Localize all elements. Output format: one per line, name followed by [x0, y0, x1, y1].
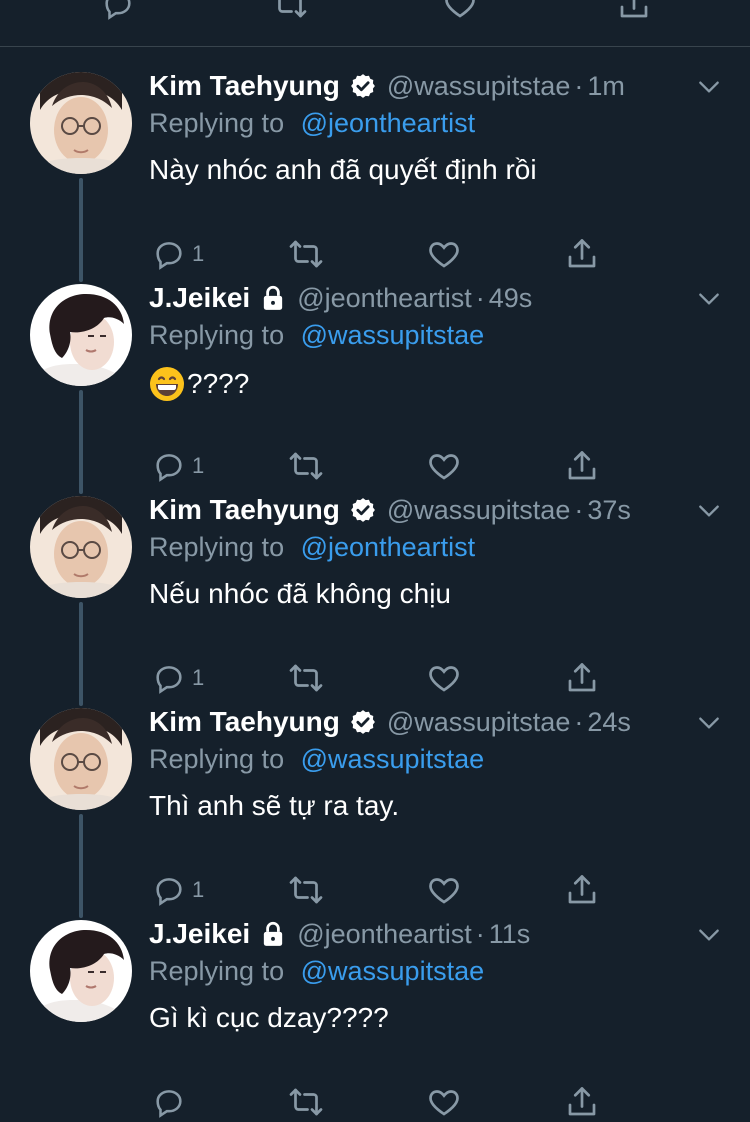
share-icon[interactable]: [616, 0, 652, 22]
separator-dot: ·: [574, 494, 584, 525]
display-name[interactable]: Kim Taehyung: [149, 494, 340, 526]
mention-link[interactable]: @wassupitstae: [301, 320, 485, 350]
tweet-text-body: ????: [187, 368, 250, 399]
user-handle[interactable]: @jeontheartist: [297, 283, 472, 314]
replying-to-label: Replying to: [149, 320, 285, 350]
chevron-down-icon[interactable]: [694, 920, 724, 950]
like-button[interactable]: [426, 1082, 462, 1122]
verified-icon: [348, 71, 378, 101]
avatar-jeikei[interactable]: [30, 284, 132, 386]
avatar-taehyung[interactable]: [30, 72, 132, 174]
chevron-down-icon[interactable]: [694, 72, 724, 102]
mention-link[interactable]: @jeontheartist: [301, 108, 476, 138]
display-name[interactable]: Kim Taehyung: [149, 706, 340, 738]
mention-link[interactable]: @wassupitstae: [301, 956, 485, 986]
separator-dot: ·: [574, 706, 584, 737]
tweet-actions: [0, 1082, 750, 1122]
verified-icon: [348, 495, 378, 525]
tweet-text-body: Gì kì cục dzay????: [149, 1002, 389, 1033]
reply-button[interactable]: [152, 1082, 192, 1122]
tweet-header: Kim Taehyung @wassupitstae · 37s: [149, 492, 631, 528]
timestamp[interactable]: 24s: [587, 707, 631, 738]
lock-icon: [258, 283, 288, 313]
chevron-down-icon[interactable]: [694, 708, 724, 738]
user-handle[interactable]: @wassupitstae: [387, 707, 571, 738]
tweet-text: Này nhóc anh đã quyết định rồi: [149, 154, 537, 186]
timestamp[interactable]: 11s: [489, 919, 531, 950]
tweet-5[interactable]: J.Jeikei @jeontheartist · 11s Replying t…: [0, 896, 750, 1118]
tweet-3[interactable]: Kim Taehyung @wassupitstae · 37s Replyin…: [0, 472, 750, 706]
replying-to: Replying to @jeontheartist: [149, 532, 475, 568]
replying-to-label: Replying to: [149, 108, 285, 138]
grinning-face-emoji: [149, 366, 185, 402]
tweet-header: Kim Taehyung @wassupitstae · 1m: [149, 68, 625, 104]
tweet-text: Gì kì cục dzay????: [149, 1002, 389, 1034]
display-name[interactable]: J.Jeikei: [149, 918, 250, 950]
share-icon[interactable]: [564, 1084, 600, 1120]
replying-to: Replying to @wassupitstae: [149, 956, 484, 992]
reply-icon[interactable]: [152, 1085, 186, 1119]
tweet-text-body: Này nhóc anh đã quyết định rồi: [149, 154, 537, 185]
tweet-4[interactable]: Kim Taehyung @wassupitstae · 24s Replyin…: [0, 684, 750, 918]
tweet-header: J.Jeikei @jeontheartist · 11s: [149, 916, 530, 952]
verified-icon: [348, 707, 378, 737]
avatar-taehyung[interactable]: [30, 708, 132, 810]
tweet-header: J.Jeikei @jeontheartist · 49s: [149, 280, 532, 316]
avatar-taehyung[interactable]: [30, 496, 132, 598]
replying-to-label: Replying to: [149, 532, 285, 562]
retweet-icon[interactable]: [272, 0, 308, 22]
previous-tweet-actions: [0, 0, 750, 47]
separator-dot: ·: [574, 70, 584, 101]
chevron-down-icon[interactable]: [694, 284, 724, 314]
tweet-text: Nếu nhóc đã không chịu: [149, 578, 451, 610]
tweet-text-body: Thì anh sẽ tự ra tay.: [149, 790, 400, 821]
retweet-icon[interactable]: [288, 1084, 324, 1120]
replying-to: Replying to @jeontheartist: [149, 108, 475, 144]
user-handle[interactable]: @wassupitstae: [387, 71, 571, 102]
mention-link[interactable]: @wassupitstae: [301, 744, 485, 774]
separator-dot: ·: [475, 918, 485, 949]
timestamp[interactable]: 37s: [587, 495, 631, 526]
like-icon[interactable]: [426, 1084, 462, 1120]
tweet-2[interactable]: J.Jeikei @jeontheartist · 49s Replying t…: [0, 260, 750, 494]
tweet-1[interactable]: Kim Taehyung @wassupitstae · 1m Replying…: [0, 48, 750, 282]
mention-link[interactable]: @jeontheartist: [301, 532, 476, 562]
replying-to: Replying to @wassupitstae: [149, 320, 484, 356]
replying-to: Replying to @wassupitstae: [149, 744, 484, 780]
user-handle[interactable]: @jeontheartist: [297, 919, 472, 950]
tweet-text: ????: [149, 366, 249, 402]
tweet-text: Thì anh sẽ tự ra tay.: [149, 790, 399, 822]
chevron-down-icon[interactable]: [694, 496, 724, 526]
timestamp[interactable]: 49s: [489, 283, 533, 314]
display-name[interactable]: J.Jeikei: [149, 282, 250, 314]
tweet-text-body: Nếu nhóc đã không chịu: [149, 578, 451, 609]
separator-dot: ·: [475, 282, 485, 313]
share-button[interactable]: [564, 1082, 600, 1122]
timestamp[interactable]: 1m: [587, 71, 625, 102]
reply-icon[interactable]: [100, 0, 136, 22]
tweet-header: Kim Taehyung @wassupitstae · 24s: [149, 704, 631, 740]
display-name[interactable]: Kim Taehyung: [149, 70, 340, 102]
like-icon[interactable]: [442, 0, 478, 22]
user-handle[interactable]: @wassupitstae: [387, 495, 571, 526]
lock-icon: [258, 919, 288, 949]
replying-to-label: Replying to: [149, 956, 285, 986]
avatar-jeikei[interactable]: [30, 920, 132, 1022]
retweet-button[interactable]: [288, 1082, 324, 1122]
replying-to-label: Replying to: [149, 744, 285, 774]
